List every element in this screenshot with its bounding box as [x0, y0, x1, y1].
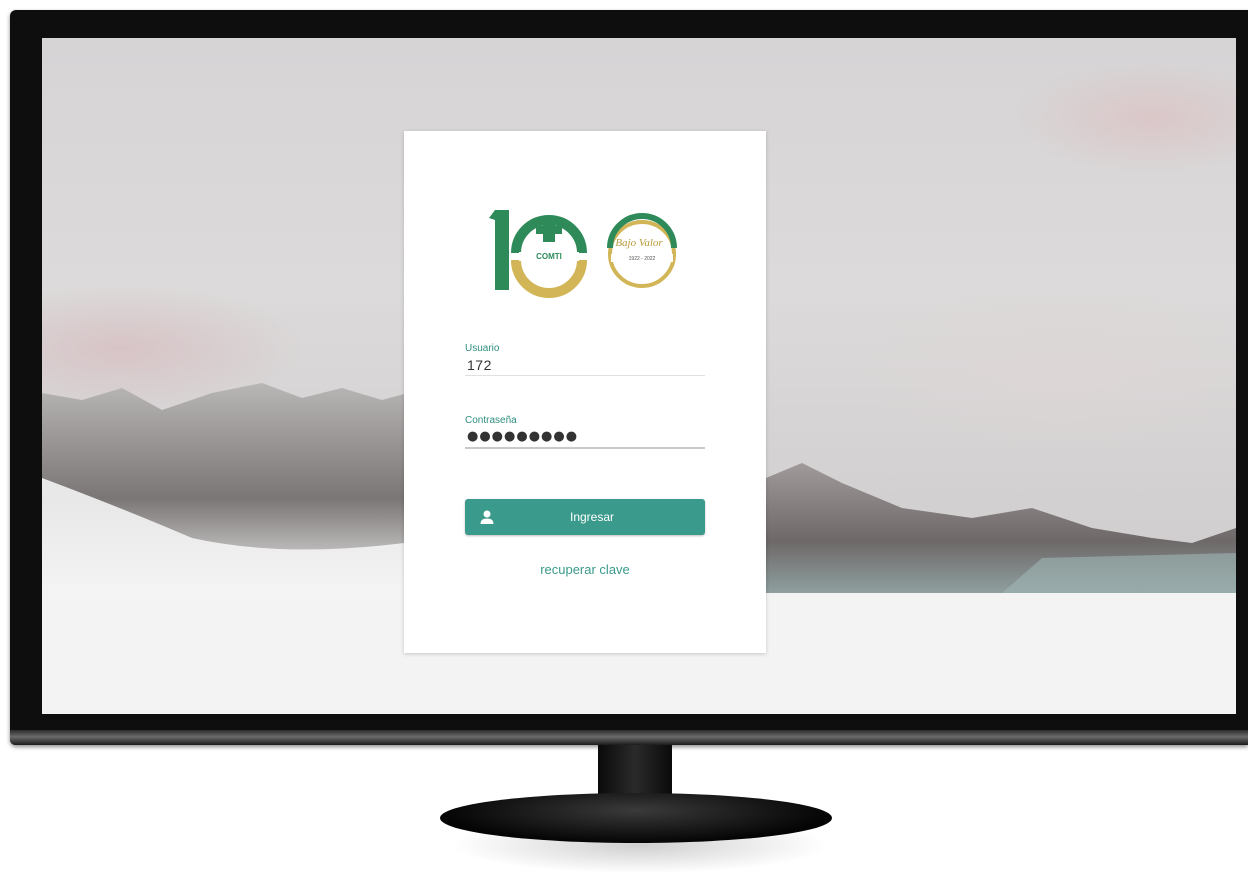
- password-underline: [465, 447, 705, 449]
- login-card: COMTI Bajo Valor 1922 - 2022 Usuario 172…: [404, 131, 766, 653]
- password-input[interactable]: ●●●●●●●●●: [465, 427, 705, 447]
- svg-text:Bajo Valor: Bajo Valor: [615, 237, 663, 249]
- login-submit-label: Ingresar: [569, 510, 615, 524]
- svg-text:1922 - 2022: 1922 - 2022: [629, 256, 656, 262]
- recover-password-link[interactable]: recuperar clave: [404, 562, 766, 577]
- password-label: Contraseña: [465, 415, 517, 426]
- username-underline: [465, 375, 705, 376]
- username-label: Usuario: [465, 343, 500, 354]
- screen: COMTI Bajo Valor 1922 - 2022 Usuario 172…: [42, 38, 1236, 714]
- user-icon: [480, 510, 494, 524]
- monitor-bezel-bottom: [10, 730, 1248, 745]
- username-input[interactable]: 172: [465, 355, 705, 375]
- monitor-stand-base: [440, 793, 832, 843]
- username-field[interactable]: Usuario 172: [465, 343, 705, 376]
- password-field[interactable]: Contraseña ●●●●●●●●●: [465, 415, 705, 449]
- login-submit-button[interactable]: Ingresar: [465, 499, 705, 535]
- svg-text:COMTI: COMTI: [536, 252, 562, 261]
- comti-100-logo: COMTI Bajo Valor 1922 - 2022: [489, 210, 677, 298]
